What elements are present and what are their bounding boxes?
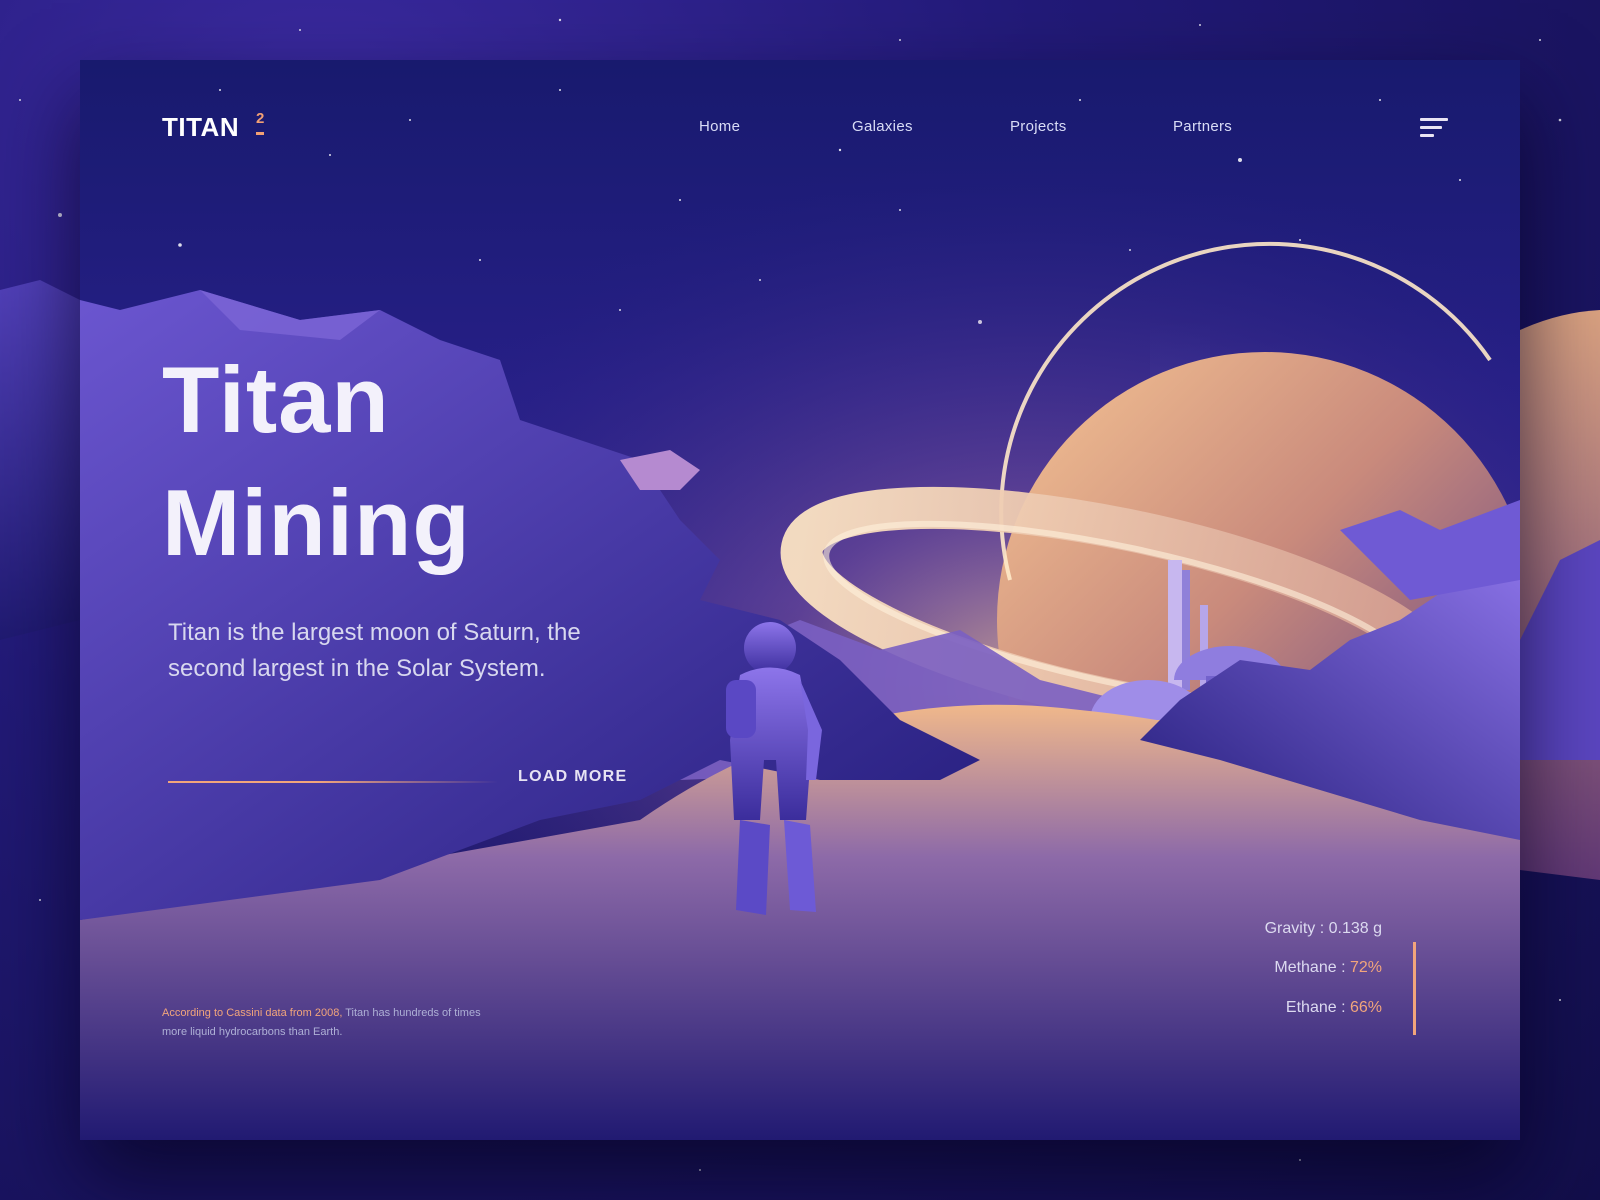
cassini-note: According to Cassini data from 2008, Tit… — [162, 1004, 492, 1042]
page-background: TITAN 2 Home Galaxies Projects Partners … — [0, 0, 1600, 1200]
hero-title: Titan Mining — [162, 338, 682, 584]
nav-galaxies[interactable]: Galaxies — [852, 118, 913, 135]
load-more-button[interactable]: LOAD MORE — [518, 768, 627, 786]
stat-gravity-label: Gravity : — [1264, 920, 1329, 937]
logo-mark: 2 — [256, 110, 265, 127]
stat-gravity: Gravity : 0.138 g — [1265, 920, 1382, 938]
hero-title-line-2: Mining — [162, 470, 471, 575]
stat-ethane: Ethane : 66% — [1286, 999, 1382, 1017]
stats-accent-bar — [1413, 942, 1416, 1035]
hero-card: TITAN 2 Home Galaxies Projects Partners … — [80, 60, 1520, 1140]
stat-ethane-label: Ethane : — [1285, 999, 1350, 1016]
hamburger-menu-icon[interactable] — [1420, 118, 1450, 140]
nav-partners[interactable]: Partners — [1173, 118, 1232, 135]
stat-gravity-value: 0.138 g — [1328, 920, 1382, 937]
hero-title-line-1: Titan — [162, 347, 390, 452]
cassini-note-highlight: According to Cassini data from 2008, — [162, 1007, 343, 1019]
stat-methane-value: 72% — [1349, 959, 1382, 976]
logo-underline — [256, 132, 264, 135]
landscape-illustration — [80, 60, 1520, 1140]
nav-projects[interactable]: Projects — [1010, 118, 1067, 135]
nav-home[interactable]: Home — [699, 118, 740, 135]
load-more-line — [168, 781, 498, 783]
stat-methane: Methane : 72% — [1274, 959, 1382, 977]
stat-methane-label: Methane : — [1274, 959, 1350, 976]
hero-subtitle: Titan is the largest moon of Saturn, the… — [168, 619, 581, 682]
logo[interactable]: TITAN — [162, 112, 239, 143]
stat-ethane-value: 66% — [1349, 999, 1382, 1016]
